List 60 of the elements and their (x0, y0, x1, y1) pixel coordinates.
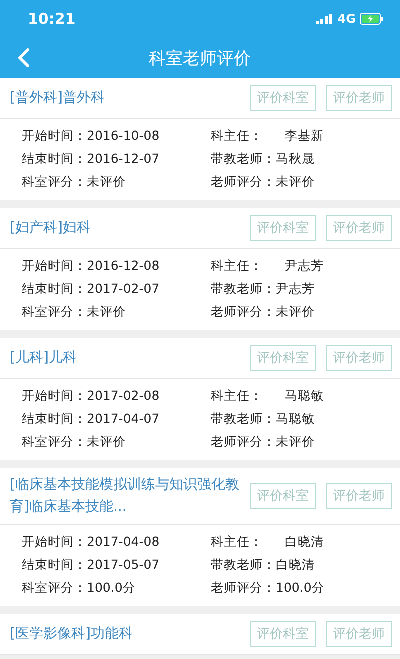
field-value: 马秋晟 (276, 151, 315, 168)
page-title: 科室老师评价 (149, 48, 251, 70)
field-label: 结束时间： (22, 151, 87, 168)
field-value: 马聪敏 (276, 411, 315, 428)
network-label: 4G (338, 12, 356, 26)
field-value: 100.0分 (276, 580, 325, 597)
field-label: 带教老师： (211, 281, 276, 298)
department-title: [临床基本技能模拟训练与知识强化教育]临床基本技能... (10, 476, 240, 517)
field-value: 未评价 (276, 174, 315, 191)
field-label: 带教老师： (211, 411, 276, 428)
field-value: 2016-12-08 (87, 258, 160, 275)
status-time: 10:21 (28, 10, 76, 28)
field-value: 白晓清 (285, 534, 324, 551)
signal-icon (316, 14, 334, 24)
field-value: 2017-04-08 (87, 534, 160, 551)
field-value: 2017-05-07 (87, 557, 160, 574)
field-label: 开始时间： (22, 534, 87, 551)
field-label: 结束时间： (22, 281, 87, 298)
field-value: 白晓清 (276, 557, 315, 574)
field-label: 老师评分： (211, 174, 276, 191)
back-icon (18, 48, 30, 68)
field-label: 科主任： (211, 388, 263, 405)
department-title: [医学影像科]功能科 (10, 625, 134, 644)
field-value: 尹志芳 (285, 258, 324, 275)
field-value: 100.0分 (87, 580, 136, 597)
field-label: 科主任： (211, 534, 263, 551)
field-label: 带教老师： (211, 557, 276, 574)
field-value: 2017-04-07 (87, 411, 160, 428)
field-label: 科室评分： (22, 580, 87, 597)
field-value: 未评价 (87, 304, 126, 321)
field-value: 马聪敏 (285, 388, 324, 405)
back-button[interactable] (18, 48, 30, 68)
field-value: 2016-10-08 (87, 128, 160, 145)
field-label: 带教老师： (211, 151, 276, 168)
field-value: 2017-02-07 (87, 281, 160, 298)
department-title: [儿科]儿科 (10, 349, 78, 368)
field-value: 2017-02-08 (87, 388, 160, 405)
department-title: [普外科]普外科 (10, 89, 106, 108)
field-value: 尹志芳 (276, 281, 315, 298)
field-label: 开始时间： (22, 128, 87, 145)
field-label: 科主任： (211, 128, 263, 145)
field-label: 开始时间： (22, 388, 87, 405)
field-value: 未评价 (276, 304, 315, 321)
battery-icon (360, 13, 384, 25)
field-label: 科室评分： (22, 434, 87, 451)
department-title: [妇产科]妇科 (10, 219, 92, 238)
field-value: 未评价 (87, 174, 126, 191)
field-label: 科室评分： (22, 174, 87, 191)
field-value: 李基新 (285, 128, 324, 145)
field-label: 老师评分： (211, 580, 276, 597)
field-label: 老师评分： (211, 434, 276, 451)
field-value: 未评价 (276, 434, 315, 451)
field-label: 老师评分： (211, 304, 276, 321)
field-label: 结束时间： (22, 557, 87, 574)
field-label: 结束时间： (22, 411, 87, 428)
field-label: 科室评分： (22, 304, 87, 321)
field-label: 科主任： (211, 258, 263, 275)
field-label: 开始时间： (22, 258, 87, 275)
field-value: 未评价 (87, 434, 126, 451)
field-value: 2016-12-07 (87, 151, 160, 168)
